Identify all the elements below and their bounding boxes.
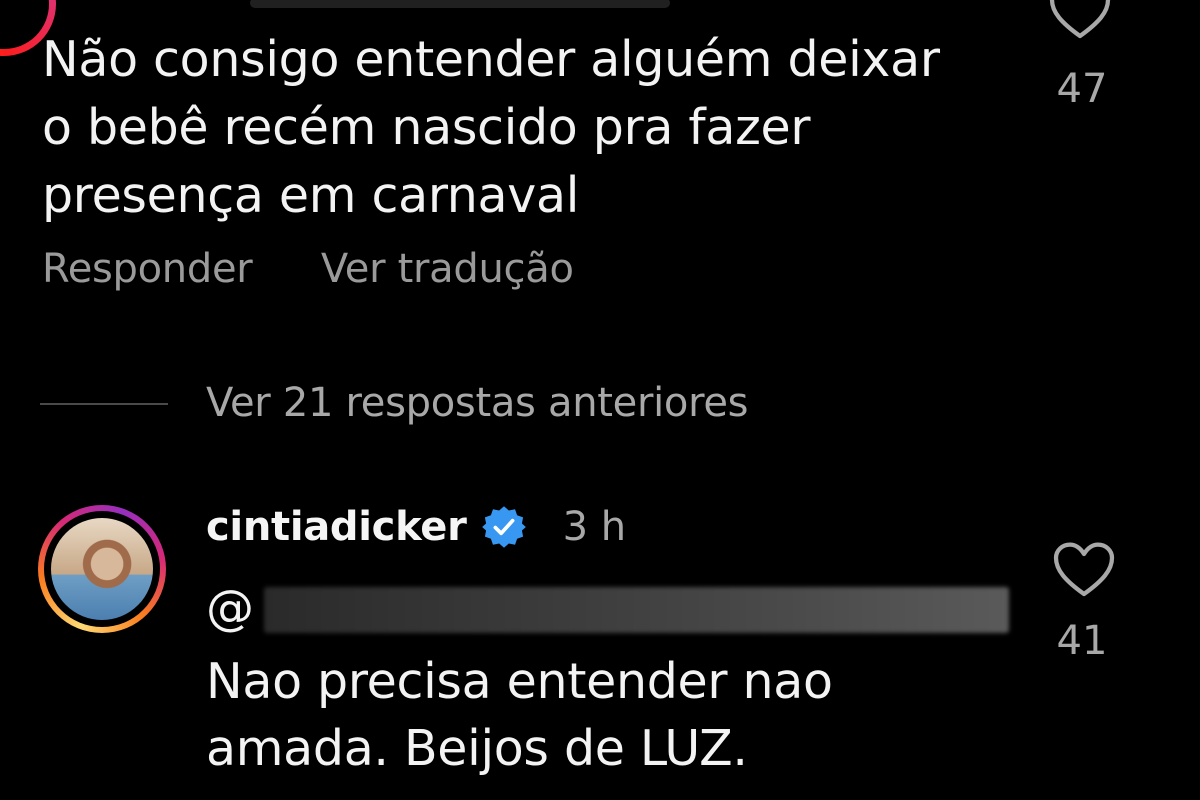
reply-text: Nao precisa entender nao amada. Beijos d… bbox=[206, 653, 833, 777]
comment-text: Não consigo entender alguém deixar o beb… bbox=[42, 31, 940, 224]
see-translation-button[interactable]: Ver tradução bbox=[321, 246, 574, 292]
replies-divider bbox=[40, 403, 168, 405]
redacted-username bbox=[264, 587, 1009, 633]
mention[interactable]: @ bbox=[206, 580, 1009, 636]
view-previous-replies-button[interactable]: Ver 21 respostas anteriores bbox=[206, 380, 749, 426]
comment-actions: Responder Ver tradução bbox=[42, 246, 630, 298]
heart-outline-icon[interactable] bbox=[1052, 540, 1116, 600]
reply-header: cintiadicker 3 h bbox=[206, 497, 626, 557]
avatar[interactable] bbox=[51, 518, 153, 620]
username[interactable]: cintiadicker bbox=[206, 504, 467, 550]
reply-timestamp: 3 h bbox=[562, 504, 627, 550]
previous-comment-edge bbox=[250, 0, 670, 8]
reply-like-count: 41 bbox=[1056, 618, 1108, 664]
comment-like-count: 47 bbox=[1056, 66, 1108, 112]
verified-badge-icon bbox=[481, 504, 527, 550]
mention-prefix: @ bbox=[206, 580, 254, 636]
reply-button[interactable]: Responder bbox=[42, 246, 253, 292]
heart-outline-icon[interactable] bbox=[1048, 0, 1112, 42]
